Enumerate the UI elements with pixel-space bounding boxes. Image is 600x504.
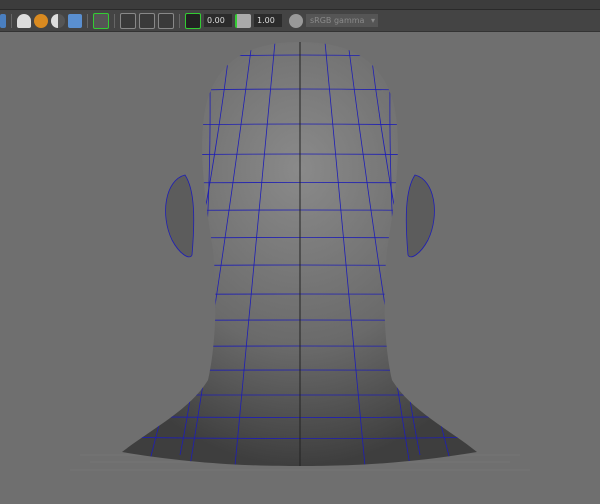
ambient-occlusion-icon[interactable]: [51, 13, 65, 28]
gamma-field[interactable]: 1.00: [254, 14, 282, 27]
3d-viewport[interactable]: [0, 33, 600, 500]
camera-icon[interactable]: [0, 13, 6, 28]
color-space-label: sRGB gamma: [310, 16, 365, 25]
divider: [179, 13, 180, 28]
divider: [114, 13, 115, 28]
wireframe: [122, 42, 477, 466]
exposure-icon[interactable]: [185, 12, 201, 29]
divider: [11, 13, 12, 28]
menu-bar: [0, 0, 600, 10]
antialias-icon[interactable]: [68, 13, 82, 28]
head-model: [70, 42, 530, 471]
wireframe-shaded-icon[interactable]: [139, 12, 155, 29]
joints-icon[interactable]: [158, 12, 174, 29]
chevron-down-icon: ▾: [370, 16, 375, 25]
color-space-dropdown[interactable]: sRGB gamma ▾: [306, 14, 378, 27]
exposure-field[interactable]: 0.00: [204, 14, 232, 27]
left-ear: [165, 174, 195, 258]
right-ear: [405, 174, 435, 258]
gamma-icon[interactable]: [235, 13, 251, 28]
xray-icon[interactable]: [120, 12, 136, 29]
color-management-icon[interactable]: [289, 13, 303, 28]
isolate-icon[interactable]: [93, 12, 109, 29]
viewport-toolbar: 0.00 1.00 sRGB gamma ▾: [0, 10, 600, 32]
light-icon[interactable]: [17, 13, 31, 28]
divider: [87, 13, 88, 28]
shadow-icon[interactable]: [34, 13, 48, 28]
